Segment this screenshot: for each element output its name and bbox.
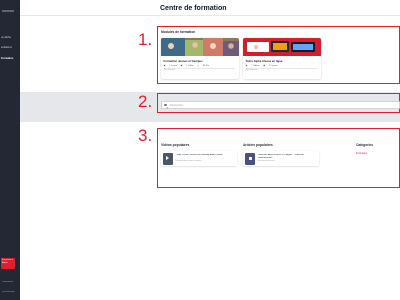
promo-box[interactable]: Experience Alpha	[1, 258, 15, 269]
module-card-image	[161, 38, 239, 56]
meta-time: 46 Pro	[202, 65, 210, 67]
play-icon	[166, 156, 170, 161]
calendar-icon: ▣	[163, 65, 166, 67]
modules-section-title: Modules de formation	[161, 30, 196, 34]
videos-section-title: Vidéos populaires	[161, 143, 190, 147]
module-card-tutos[interactable]: Tutos Alpha Classe en ligne ▣ 7 Vidéos ▣…	[243, 38, 321, 79]
meta-lessons: 1 Leçon	[169, 65, 177, 67]
page-title: Centre de formation	[160, 5, 227, 12]
clock-icon: ◷	[197, 65, 200, 67]
search-icon	[164, 103, 167, 107]
meta-lessons: 2 Leçons	[268, 65, 278, 67]
module-card-meta: ▣ 1 Leçon ▣ 1 Vidéo ◷ 46 Pro	[164, 64, 213, 67]
search-placeholder: Rechercher	[170, 104, 184, 108]
article-item-title: Formation Alpha Jeunes et Campus : Centr…	[257, 154, 304, 159]
article-item-subtitle: Formation des jeunes	[257, 160, 275, 163]
app: ue Alpha endations Formation Experience …	[0, 0, 400, 300]
settings-link[interactable]: Paramètres	[2, 281, 18, 284]
video-thumbnail	[163, 152, 173, 165]
video-icon: ▣	[180, 65, 183, 67]
annotation-two: 2.	[138, 92, 153, 111]
sidebar-item-alpha[interactable]: ue Alpha	[1, 36, 20, 39]
article-thumbnail	[245, 152, 255, 165]
module-status: Non démarré	[245, 69, 258, 72]
module-card-meta: ▣ 7 Vidéos ▣ 2 Leçons	[246, 64, 281, 67]
annotation-three: 3.	[138, 126, 153, 145]
annotation-one: 1.	[138, 30, 153, 49]
sidebar-item-recommendations[interactable]: endations	[1, 46, 20, 49]
sidebar-divider	[2, 10, 14, 12]
module-card-jeunes[interactable]: Formation Jeunes et Campus ▣ 1 Leçon ▣ 1…	[161, 38, 239, 79]
meta-videos: 1 Vidéo	[186, 65, 194, 67]
module-status: Non démarré	[163, 69, 176, 72]
module-card-title: Formation Jeunes et Campus	[163, 59, 203, 63]
sidebar-item-formation[interactable]: Formation	[1, 57, 20, 60]
top-header: Centre de formation	[20, 0, 400, 16]
meta-videos: 7 Vidéos	[251, 65, 260, 67]
sidebar: ue Alpha endations Formation Experience …	[0, 0, 20, 300]
categories-section-title: Catégories	[356, 143, 374, 147]
video-item-subtitle: Formation des jeunes et campus	[175, 160, 202, 163]
logout-link[interactable]: Déconnexion	[2, 291, 18, 294]
promo-line-2: Alpha	[2, 261, 8, 264]
calendar-icon: ▣	[245, 65, 248, 67]
article-item[interactable]: Formation Alpha Jeunes et Campus : Centr…	[243, 151, 319, 166]
articles-section-title: Articles populaires	[243, 143, 273, 147]
search-input[interactable]: Rechercher	[161, 101, 400, 109]
video-item-title: Projet Virtual Practices En Meeting Alph…	[175, 154, 223, 156]
category-link-formation[interactable]: Formation	[356, 152, 367, 155]
document-icon	[248, 156, 252, 160]
video-icon: ▣	[263, 65, 266, 67]
video-item[interactable]: Projet Virtual Practices En Meeting Alph…	[161, 151, 237, 166]
module-card-title: Tutos Alpha Classe en ligne	[245, 59, 283, 63]
module-card-image	[243, 38, 321, 56]
